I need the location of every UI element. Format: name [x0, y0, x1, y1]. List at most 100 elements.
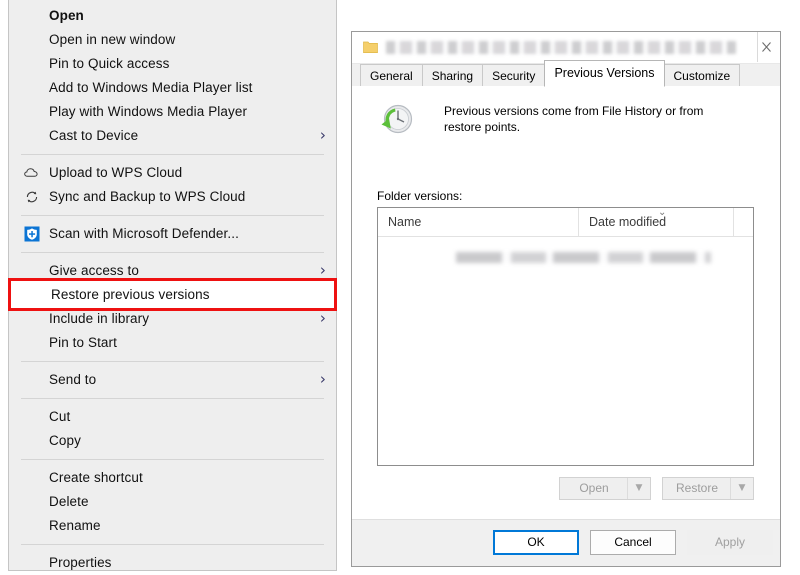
menu-separator	[21, 215, 324, 216]
tab-customize[interactable]: Customize	[663, 64, 741, 86]
dialog-tab-strip[interactable]: General Sharing Security Previous Versio…	[352, 60, 780, 87]
menu-separator	[21, 154, 324, 155]
tab-label: Customize	[673, 69, 731, 83]
chevron-down-icon[interactable]: ▼	[730, 478, 753, 499]
open-button-label: Open	[579, 481, 609, 495]
menu-group: Cut Copy	[9, 405, 336, 453]
menu-item-delete[interactable]: Delete	[9, 490, 336, 514]
info-text: Previous versions come from File History…	[444, 104, 704, 134]
menu-separator	[21, 544, 324, 545]
cancel-button[interactable]: Cancel	[590, 530, 676, 555]
file-context-menu[interactable]: Open Open in new window Pin to Quick acc…	[8, 0, 337, 571]
tab-general[interactable]: General	[360, 64, 423, 86]
ok-button[interactable]: OK	[493, 530, 579, 555]
menu-item-copy[interactable]: Copy	[9, 429, 336, 453]
menu-item-label: Properties	[49, 555, 112, 570]
column-header-spacer[interactable]	[733, 208, 753, 236]
menu-separator	[21, 252, 324, 253]
menu-item-add-to-wmp-list[interactable]: Add to Windows Media Player list	[9, 76, 336, 100]
menu-separator	[21, 398, 324, 399]
menu-item-label: Sync and Backup to WPS Cloud	[49, 189, 246, 204]
restore-button-label: Restore	[675, 481, 719, 495]
column-header-date-modified[interactable]: Date modified	[578, 208, 733, 236]
previous-versions-panel: Previous versions come from File History…	[352, 86, 780, 519]
menu-item-upload-to-wps-cloud[interactable]: Upload to WPS Cloud	[9, 161, 336, 185]
menu-item-properties[interactable]: Properties	[9, 551, 336, 575]
sort-chevron-icon: ⌄	[658, 207, 667, 218]
menu-item-create-shortcut[interactable]: Create shortcut	[9, 466, 336, 490]
menu-item-restore-previous-versions[interactable]: Restore previous versions	[11, 281, 334, 308]
menu-item-label: Cast to Device	[49, 128, 139, 143]
apply-button-label: Apply	[714, 535, 746, 549]
apply-button[interactable]: Apply	[687, 530, 773, 555]
chevron-right-icon: ›	[319, 370, 326, 388]
menu-item-label: Add to Windows Media Player list	[49, 80, 253, 95]
folder-versions-label: Folder versions:	[377, 189, 463, 203]
menu-item-rename[interactable]: Rename	[9, 514, 336, 538]
shield-icon	[23, 225, 41, 243]
menu-separator	[21, 459, 324, 460]
sync-icon	[23, 188, 41, 206]
menu-group: Create shortcut Delete Rename	[9, 466, 336, 538]
tab-sharing[interactable]: Sharing	[421, 64, 484, 86]
list-item[interactable]	[456, 252, 711, 263]
menu-item-label: Delete	[49, 494, 89, 509]
tab-label: Previous Versions	[554, 66, 655, 80]
menu-item-label: Open in new window	[49, 32, 176, 47]
cloud-icon	[23, 164, 41, 182]
column-header-label: Name	[388, 215, 422, 229]
menu-item-label: Include in library	[49, 311, 150, 326]
folder-versions-list[interactable]: Name Date modified ⌄	[377, 207, 754, 466]
menu-item-play-with-wmp[interactable]: Play with Windows Media Player	[9, 100, 336, 124]
tab-label: Sharing	[431, 69, 474, 83]
menu-item-label: Copy	[49, 433, 81, 448]
menu-item-label: Pin to Quick access	[49, 56, 170, 71]
menu-item-cast-to-device[interactable]: Cast to Device ›	[9, 124, 336, 148]
menu-item-label: Rename	[49, 518, 101, 533]
list-column-headers: Name Date modified ⌄	[378, 208, 753, 237]
tab-label: Security	[492, 69, 536, 83]
restore-clock-icon	[377, 100, 416, 139]
folder-properties-dialog: General Sharing Security Previous Versio…	[351, 31, 781, 567]
dialog-title-text	[386, 41, 736, 54]
menu-separator	[21, 361, 324, 362]
tab-label: General	[370, 69, 413, 83]
menu-item-label: Pin to Start	[49, 335, 117, 350]
menu-item-label: Send to	[49, 372, 97, 387]
chevron-down-icon[interactable]: ▼	[627, 478, 650, 499]
menu-item-label: Restore previous versions	[51, 287, 210, 302]
menu-item-label: Scan with Microsoft Defender...	[49, 226, 239, 241]
menu-item-label: Create shortcut	[49, 470, 143, 485]
menu-item-label: Give access to	[49, 263, 139, 278]
menu-item-label: Cut	[49, 409, 71, 424]
menu-group: Properties	[9, 551, 336, 575]
open-button[interactable]: Open ▼	[559, 477, 651, 500]
column-header-label: Date modified	[589, 215, 667, 229]
menu-group: Open Open in new window Pin to Quick acc…	[9, 0, 336, 148]
menu-item-open[interactable]: Open	[9, 4, 336, 28]
menu-item-pin-to-start[interactable]: Pin to Start	[9, 331, 336, 355]
restore-button[interactable]: Restore ▼	[662, 477, 754, 500]
tab-security[interactable]: Security	[482, 64, 546, 86]
ok-button-label: OK	[527, 535, 545, 549]
cancel-button-label: Cancel	[614, 535, 652, 549]
menu-item-pin-to-quick-access[interactable]: Pin to Quick access	[9, 52, 336, 76]
chevron-right-icon: ›	[319, 126, 326, 144]
dialog-footer: OK Cancel Apply	[352, 519, 780, 566]
menu-item-scan-with-defender[interactable]: Scan with Microsoft Defender...	[9, 222, 336, 246]
menu-item-cut[interactable]: Cut	[9, 405, 336, 429]
menu-group: Send to ›	[9, 368, 336, 392]
menu-item-label: Open	[49, 8, 84, 23]
menu-item-label: Play with Windows Media Player	[49, 104, 248, 119]
menu-group: Scan with Microsoft Defender...	[9, 222, 336, 246]
restore-previous-versions-highlight: Restore previous versions	[8, 278, 337, 311]
menu-group: Upload to WPS Cloud Sync and Backup to W…	[9, 161, 336, 209]
close-icon[interactable]	[757, 32, 780, 62]
column-header-name[interactable]: Name	[378, 208, 578, 236]
folder-icon	[363, 40, 378, 54]
menu-item-open-in-new-window[interactable]: Open in new window	[9, 28, 336, 52]
menu-item-label: Upload to WPS Cloud	[49, 165, 183, 180]
menu-item-send-to[interactable]: Send to ›	[9, 368, 336, 392]
menu-item-sync-backup-wps-cloud[interactable]: Sync and Backup to WPS Cloud	[9, 185, 336, 209]
tab-previous-versions[interactable]: Previous Versions	[544, 60, 665, 87]
